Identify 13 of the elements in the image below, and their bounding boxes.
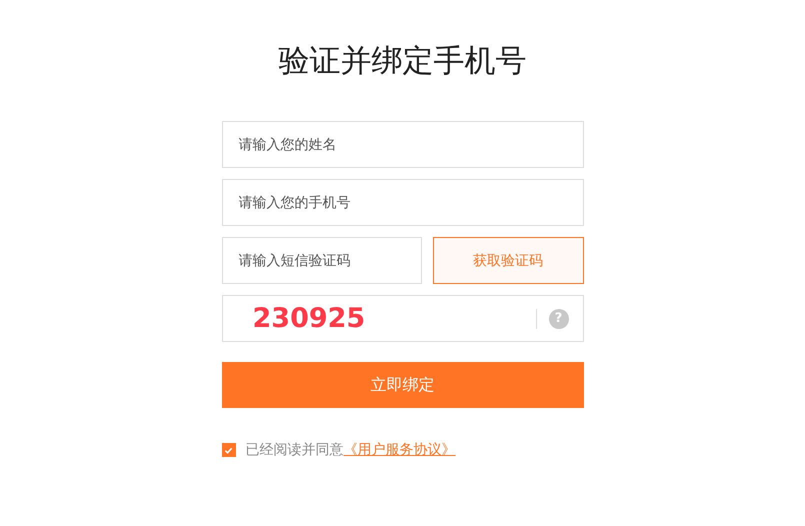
captcha-code: 230925 (252, 303, 366, 334)
input-field[interactable]: 请输入您的手机号 (222, 179, 584, 226)
check-icon (224, 446, 233, 454)
checkbox[interactable] (222, 443, 236, 457)
submit-button[interactable]: 立即绑定 (222, 362, 584, 408)
input-field[interactable]: 请输入您的姓名 (222, 121, 584, 168)
captcha-field[interactable]: 230925 ? (222, 295, 584, 342)
help-icon[interactable]: ? (548, 308, 568, 328)
agreement-text: 已经阅读并同意 (246, 441, 344, 459)
page-title: 验证并绑定手机号 (278, 42, 526, 81)
agreement-link[interactable]: 《用户服务协议》 (344, 441, 456, 459)
input-field[interactable]: 请输入短信验证码 (222, 237, 422, 284)
get-code-button[interactable]: 获取验证码 (432, 237, 584, 284)
